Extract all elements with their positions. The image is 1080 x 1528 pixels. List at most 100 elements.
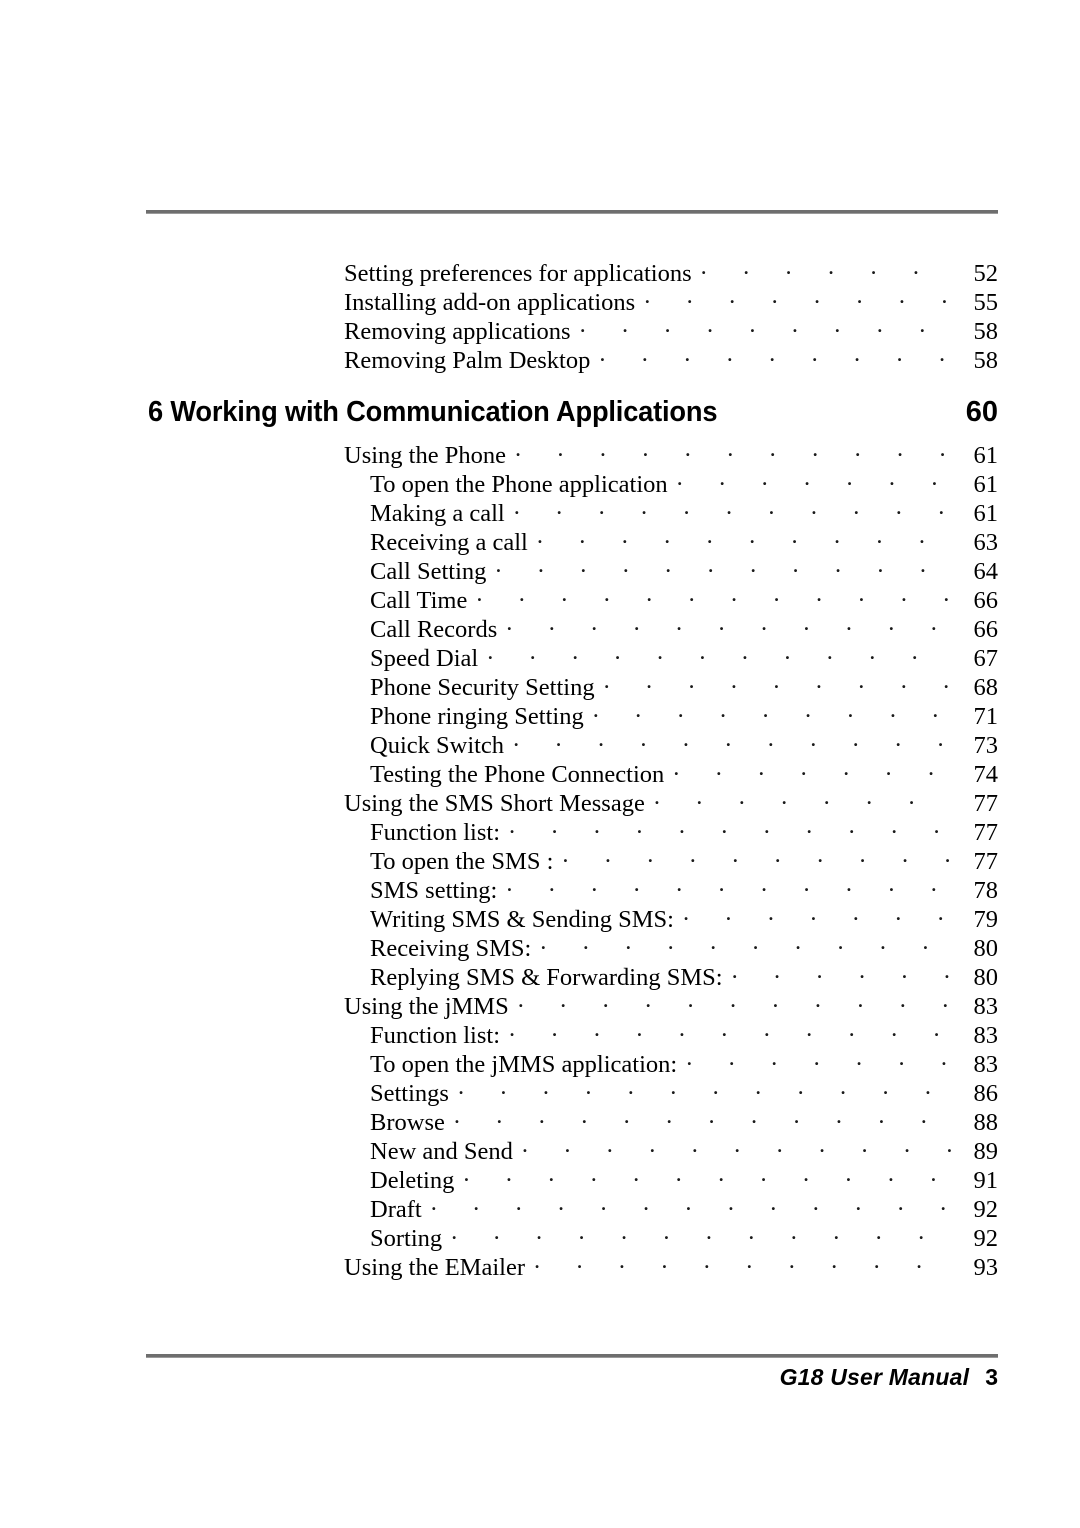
toc-entry[interactable]: Speed Dial 67 [148, 637, 998, 672]
toc-entry[interactable]: Call Setting64 [148, 550, 998, 585]
toc-dot-leader [522, 1130, 952, 1159]
toc-entry-page-number: 91 [973, 1167, 999, 1194]
toc-dot-leader [518, 985, 952, 1014]
toc-entry-page-number: 77 [973, 848, 999, 875]
toc-entry-page-number: 68 [973, 674, 999, 701]
toc-entry[interactable]: Making a call 61 [148, 492, 998, 527]
toc-entry-page-number: 88 [973, 1109, 999, 1136]
chapter-heading-row[interactable]: 6 Working with Communication Application… [148, 390, 998, 434]
toc-dot-leader [451, 1217, 952, 1246]
toc-entry-label: Draft [370, 1196, 422, 1223]
toc-entry-page-number: 58 [973, 318, 999, 345]
toc-entry-page-number: 61 [973, 442, 999, 469]
toc-dot-leader [506, 608, 952, 637]
toc-entry[interactable]: Function list: 83 [148, 1014, 998, 1049]
toc-section-top: Setting preferences for applications52In… [148, 252, 999, 374]
toc-entry-page-number: 92 [973, 1225, 999, 1252]
toc-entry[interactable]: Writing SMS & Sending SMS:79 [148, 898, 998, 933]
toc-entry-label: Making a call [370, 500, 505, 527]
toc-entry-page-number: 86 [973, 1080, 999, 1107]
toc-entry[interactable]: Setting preferences for applications52 [148, 252, 998, 287]
toc-dot-leader [701, 252, 952, 281]
toc-entry[interactable]: To open the SMS :77 [148, 840, 998, 875]
toc-dot-leader [476, 579, 952, 608]
toc-entry-page-number: 80 [973, 935, 999, 962]
toc-entry[interactable]: Quick Switch 73 [148, 724, 998, 759]
toc-entry[interactable]: Receiving a call63 [148, 521, 998, 556]
toc-dot-leader [431, 1188, 952, 1217]
toc-entry-page-number: 80 [973, 964, 999, 991]
toc-entry-label: Using the Phone [344, 442, 506, 469]
toc-entry-label: Removing Palm Desktop [344, 347, 591, 374]
toc-entry[interactable]: Replying SMS & Forwarding SMS:80 [148, 956, 998, 991]
table-of-contents: Setting preferences for applications52In… [148, 252, 999, 1281]
toc-entry[interactable]: Using the EMailer 93 [148, 1246, 998, 1281]
toc-entry-page-number: 63 [973, 529, 999, 556]
toc-entry[interactable]: Call Time 66 [148, 579, 998, 614]
toc-dot-leader [506, 869, 952, 898]
toc-dot-leader [562, 840, 952, 869]
toc-dot-leader [514, 492, 952, 521]
toc-page: Setting preferences for applications52In… [0, 0, 1080, 1528]
toc-dot-leader [513, 724, 952, 753]
header-rule [146, 210, 998, 214]
toc-entry[interactable]: Draft 92 [148, 1188, 998, 1223]
toc-entry[interactable]: Using the jMMS 83 [148, 985, 998, 1020]
toc-entry[interactable]: Phone Security Setting 68 [148, 666, 998, 701]
toc-entry[interactable]: Testing the Phone Connection 74 [148, 753, 998, 788]
toc-dot-leader [604, 666, 952, 695]
toc-entry-page-number: 92 [973, 1196, 999, 1223]
toc-entry-page-number: 93 [973, 1254, 999, 1281]
toc-entry-label: Speed Dial [370, 645, 479, 672]
toc-dot-leader [593, 695, 952, 724]
toc-entry-page-number: 74 [973, 761, 999, 788]
toc-entry[interactable]: New and Send89 [148, 1130, 998, 1165]
toc-entry-page-number: 83 [973, 1022, 999, 1049]
toc-dot-leader [673, 753, 952, 782]
toc-entry-label: Testing the Phone Connection [370, 761, 665, 788]
toc-entry-page-number: 66 [973, 616, 999, 643]
toc-dot-leader [580, 310, 952, 339]
toc-entry-label: Sorting [370, 1225, 443, 1252]
toc-entry-label: SMS setting: [370, 877, 498, 904]
toc-entry-page-number: 83 [973, 1051, 999, 1078]
toc-entry[interactable]: SMS setting: 78 [148, 869, 998, 904]
toc-dot-leader [509, 1014, 952, 1043]
toc-entry-page-number: 73 [973, 732, 999, 759]
footer-rule [146, 1354, 998, 1358]
toc-entry[interactable]: Receiving SMS: 80 [148, 927, 998, 962]
toc-entry-page-number: 79 [973, 906, 999, 933]
toc-entry-page-number: 58 [973, 347, 999, 374]
toc-entry-page-number: 55 [973, 289, 999, 316]
toc-entry[interactable]: To open the jMMS application:83 [148, 1043, 998, 1078]
toc-dot-leader [599, 339, 952, 368]
toc-dot-leader [540, 927, 952, 956]
toc-dot-leader [454, 1101, 952, 1130]
toc-entry[interactable]: Settings 86 [148, 1072, 998, 1107]
toc-entry[interactable]: Function list: 77 [148, 811, 998, 846]
toc-entry[interactable]: Deleting91 [148, 1159, 998, 1194]
toc-dot-leader [677, 463, 952, 492]
toc-entry-page-number: 67 [973, 645, 999, 672]
toc-dot-leader [515, 434, 952, 463]
toc-entry-label: Using the EMailer [344, 1254, 525, 1281]
toc-entry[interactable]: Using the Phone 61 [148, 434, 998, 469]
toc-entry-page-number: 89 [973, 1138, 999, 1165]
toc-entry-page-number: 83 [973, 993, 999, 1020]
toc-dot-leader [732, 956, 952, 985]
toc-entry-label: Browse [370, 1109, 445, 1136]
toc-entry[interactable]: Call Records 66 [148, 608, 998, 643]
toc-dot-leader [683, 898, 952, 927]
toc-entry[interactable]: To open the Phone application61 [148, 463, 998, 498]
toc-dot-leader [686, 1043, 952, 1072]
toc-entry-page-number: 64 [973, 558, 999, 585]
toc-entry-page-number: 61 [973, 500, 999, 527]
toc-entry[interactable]: Sorting 92 [148, 1217, 998, 1252]
toc-entry-page-number: 71 [973, 703, 999, 730]
toc-entry[interactable]: Browse 88 [148, 1101, 998, 1136]
toc-dot-leader [534, 1246, 952, 1275]
toc-entry-page-number: 77 [973, 819, 999, 846]
toc-entry-label: Function list: [370, 1022, 501, 1049]
toc-section-chapter: Using the Phone 61To open the Phone appli… [148, 434, 999, 1281]
toc-dot-leader [495, 550, 952, 579]
